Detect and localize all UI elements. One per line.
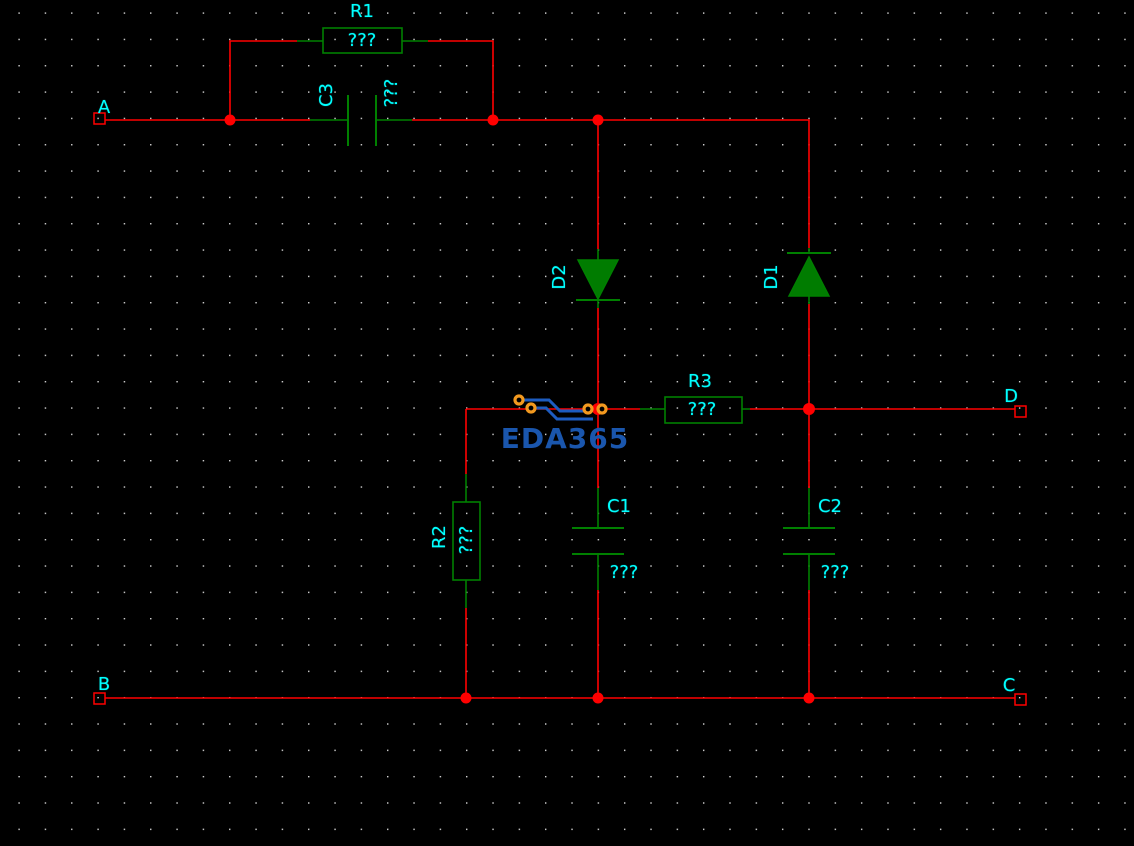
watermark-via bbox=[582, 403, 594, 415]
port-B-label[interactable]: B bbox=[98, 676, 110, 694]
watermark-text: EDA365 bbox=[500, 422, 630, 455]
junction-dot bbox=[487, 114, 499, 126]
resistor-R3-ref-label[interactable]: R3 bbox=[688, 373, 712, 391]
port-D-label[interactable]: D bbox=[1004, 388, 1018, 406]
junction-dot bbox=[224, 114, 236, 126]
port-A-label[interactable]: A bbox=[98, 99, 110, 117]
capacitor-C2-ref-label[interactable]: C2 bbox=[818, 498, 842, 516]
junction-dot bbox=[803, 403, 815, 415]
diode-D2-ref-label[interactable]: D2 bbox=[549, 264, 570, 289]
watermark-via bbox=[596, 403, 608, 415]
junction-dot bbox=[460, 692, 472, 704]
watermark-via bbox=[513, 394, 525, 406]
capacitor-C3-value-label[interactable]: ??? bbox=[381, 79, 402, 108]
resistor-R1-ref-label[interactable]: R1 bbox=[350, 3, 374, 21]
watermark-via bbox=[525, 402, 537, 414]
resistor-R2-value-label[interactable]: ??? bbox=[456, 526, 477, 555]
capacitor-C1-ref-label[interactable]: C1 bbox=[607, 498, 631, 516]
capacitor-C2-value-label[interactable]: ??? bbox=[821, 564, 850, 582]
capacitor-C3-ref-label[interactable]: C3 bbox=[316, 83, 337, 107]
capacitor-C1-value-label[interactable]: ??? bbox=[610, 564, 639, 582]
resistor-R1-value-label[interactable]: ??? bbox=[348, 32, 377, 50]
junction-dot bbox=[592, 692, 604, 704]
junction-dot bbox=[592, 114, 604, 126]
schematic-canvas[interactable]: R1 ??? C3 ??? A B C D D2 D1 R3 ??? R2 ??… bbox=[0, 0, 1134, 846]
diode-D1-ref-label[interactable]: D1 bbox=[761, 264, 782, 289]
resistor-R3-value-label[interactable]: ??? bbox=[688, 401, 717, 419]
resistor-R2-ref-label[interactable]: R2 bbox=[429, 525, 450, 549]
junction-dot bbox=[803, 692, 815, 704]
port-C-label[interactable]: C bbox=[1003, 677, 1016, 695]
